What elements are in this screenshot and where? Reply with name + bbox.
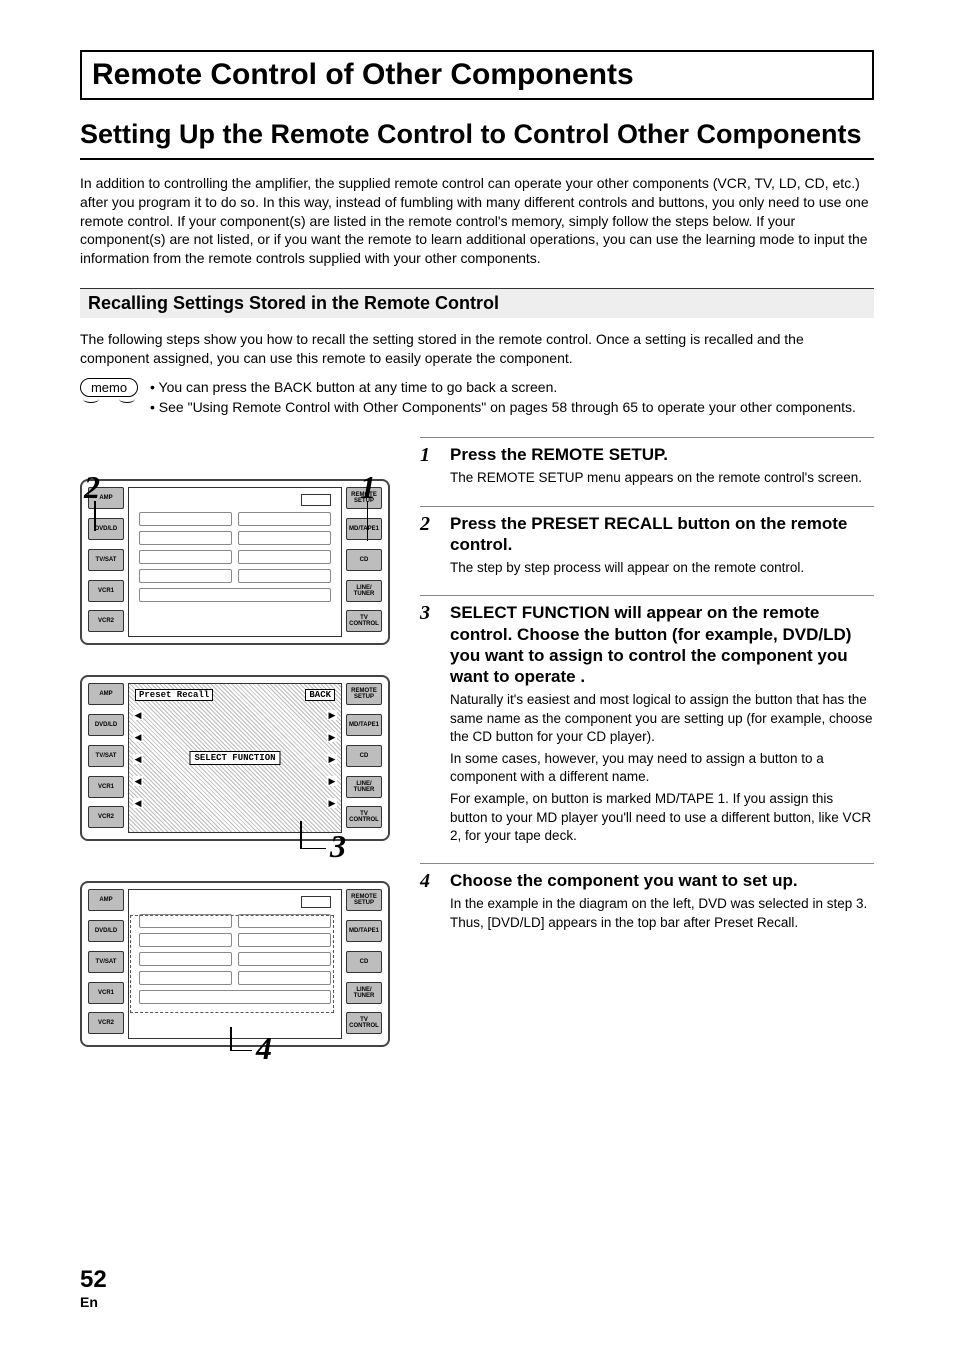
recall-paragraph: The following steps show you how to reca…: [80, 330, 874, 368]
memo-badge: memo: [80, 378, 138, 417]
remote-button-vcr1: VCR1: [88, 580, 124, 602]
memo-list: You can press the BACK button at any tim…: [150, 378, 856, 417]
memo-item: You can press the BACK button at any tim…: [150, 378, 856, 398]
sub-heading: Recalling Settings Stored in the Remote …: [80, 288, 874, 318]
step-number: 3: [420, 602, 440, 849]
step-title: Press the PRESET RECALL button on the re…: [450, 513, 874, 556]
remote-diagram-1: AMP REMOTE SETUP DVD/LD MD/TAPE1: [80, 479, 390, 645]
page-number-value: 52: [80, 1266, 107, 1294]
remote-button-line-tuner: LINE/ TUNER: [346, 982, 382, 1004]
remote-button-tv-control: TV CONTROL: [346, 610, 382, 632]
screen-header-title: Preset Recall: [135, 689, 213, 701]
remote-button-cd: CD: [346, 745, 382, 767]
steps-column: 1 Press the REMOTE SETUP. The REMOTE SET…: [420, 437, 874, 1077]
remote-button-cd: CD: [346, 549, 382, 571]
step-text: In some cases, however, you may need to …: [450, 750, 874, 786]
remote-button-tv-control: TV CONTROL: [346, 806, 382, 828]
step-text: The step by step process will appear on …: [450, 559, 874, 577]
step-title: Press the REMOTE SETUP.: [450, 444, 874, 465]
callout-1: 1: [360, 469, 376, 506]
step-1: 1 Press the REMOTE SETUP. The REMOTE SET…: [420, 437, 874, 491]
remote-button-vcr2: VCR2: [88, 610, 124, 632]
remote-button-remote-setup: REMOTE SETUP: [346, 683, 382, 705]
step-title: SELECT FUNCTION will appear on the remot…: [450, 602, 874, 687]
remote-button-vcr2: VCR2: [88, 1012, 124, 1034]
remote-button-amp: AMP: [88, 889, 124, 911]
step-text: For example, on button is marked MD/TAPE…: [450, 790, 874, 845]
remote-screen-preset-recall: Preset Recall BACK SELECT FUNCTION ◀▶ ◀▶…: [128, 683, 342, 833]
remote-diagram-1-wrap: 2 1 AMP: [80, 479, 390, 645]
step-4: 4 Choose the component you want to set u…: [420, 863, 874, 936]
remote-button-md-tape1: MD/TAPE1: [346, 920, 382, 942]
memo-block: memo You can press the BACK button at an…: [80, 378, 874, 417]
dashed-selection: [130, 915, 334, 1013]
remote-button-tv-sat: TV/SAT: [88, 549, 124, 571]
remote-button-line-tuner: LINE/ TUNER: [346, 776, 382, 798]
remote-button-md-tape1: MD/TAPE1: [346, 714, 382, 736]
step-number: 4: [420, 870, 440, 936]
remote-button-tv-sat: TV/SAT: [88, 951, 124, 973]
remote-diagram-2-wrap: AMP Preset Recall BACK SELECT FUNCTION ◀…: [80, 675, 390, 841]
remote-diagram-3-wrap: AMP REMOTE SETUP DVD/LD MD/TAPE1: [80, 881, 390, 1047]
step-3: 3 SELECT FUNCTION will appear on the rem…: [420, 595, 874, 849]
remote-button-line-tuner: LINE/ TUNER: [346, 580, 382, 602]
remote-button-cd: CD: [346, 951, 382, 973]
remote-button-vcr1: VCR1: [88, 982, 124, 1004]
step-text: The REMOTE SETUP menu appears on the rem…: [450, 469, 874, 487]
remote-button-amp: AMP: [88, 683, 124, 705]
remote-button-tv-sat: TV/SAT: [88, 745, 124, 767]
step-number: 2: [420, 513, 440, 582]
callout-4: 4: [256, 1030, 272, 1067]
step-text: In the example in the diagram on the lef…: [450, 895, 874, 931]
callout-3: 3: [330, 828, 346, 865]
step-text: Naturally it's easiest and most logical …: [450, 691, 874, 746]
step-title: Choose the component you want to set up.: [450, 870, 874, 891]
remote-diagram-2: AMP Preset Recall BACK SELECT FUNCTION ◀…: [80, 675, 390, 841]
remote-screen: [128, 487, 342, 637]
remote-button-vcr2: VCR2: [88, 806, 124, 828]
step-number: 1: [420, 444, 440, 491]
remote-button-dvd-ld: DVD/LD: [88, 920, 124, 942]
remote-button-md-tape1: MD/TAPE1: [346, 518, 382, 540]
screen-select-function: SELECT FUNCTION: [189, 751, 280, 765]
remote-diagram-3: AMP REMOTE SETUP DVD/LD MD/TAPE1: [80, 881, 390, 1047]
remote-button-dvd-ld: DVD/LD: [88, 714, 124, 736]
remote-button-remote-setup: REMOTE SETUP: [346, 889, 382, 911]
page-number: 52 En: [80, 1266, 107, 1312]
page-title: Remote Control of Other Components: [80, 50, 874, 100]
remote-button-tv-control: TV CONTROL: [346, 1012, 382, 1034]
intro-paragraph: In addition to controlling the amplifier…: [80, 174, 874, 268]
memo-item: See "Using Remote Control with Other Com…: [150, 398, 856, 418]
step-2: 2 Press the PRESET RECALL button on the …: [420, 506, 874, 582]
remote-button-vcr1: VCR1: [88, 776, 124, 798]
callout-2: 2: [84, 469, 100, 506]
section-title: Setting Up the Remote Control to Control…: [80, 118, 874, 160]
screen-header-back: BACK: [305, 689, 335, 701]
page-language: En: [80, 1294, 98, 1310]
